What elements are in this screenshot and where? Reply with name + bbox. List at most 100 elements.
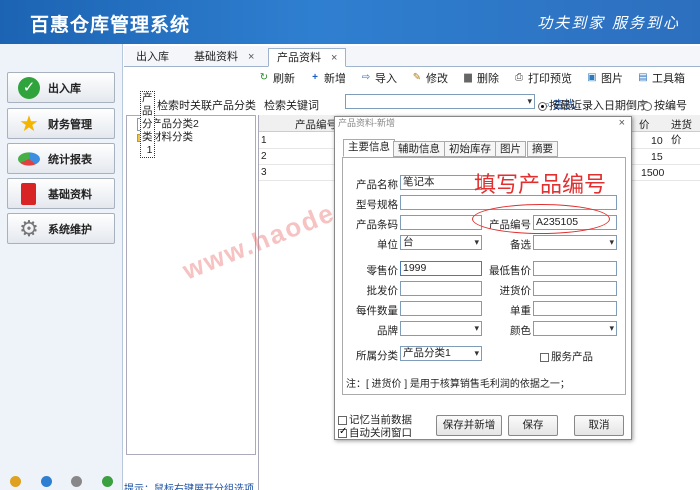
tab-initial-stock[interactable]: 初始库存 bbox=[444, 141, 496, 157]
wholesale-price-field[interactable] bbox=[400, 281, 482, 296]
sort-code-option[interactable]: 按编号 bbox=[643, 97, 687, 113]
barcode-field[interactable] bbox=[400, 215, 482, 230]
column-header[interactable]: 进货价 bbox=[671, 117, 700, 147]
sidebar-item-base-data[interactable]: 基础资料 bbox=[7, 178, 115, 209]
gear-icon: ⚙ bbox=[19, 215, 39, 241]
save-and-new-button[interactable]: 保存并新增 bbox=[436, 415, 502, 436]
retail-price-field[interactable]: 1999 bbox=[400, 261, 482, 276]
refresh-button[interactable]: ↻ 刷新 bbox=[258, 70, 295, 86]
brand-select[interactable]: ▾ bbox=[400, 321, 482, 336]
toolbar-label: 图片 bbox=[601, 72, 623, 85]
auto-close-checkbox[interactable]: 自动关闭窗口 bbox=[338, 425, 412, 440]
price-cell[interactable]: 10 bbox=[651, 135, 663, 147]
sidebar-item-finance[interactable]: ★ 财务管理 bbox=[7, 108, 115, 139]
toolbar-label: 新增 bbox=[324, 72, 346, 85]
per-quantity-field[interactable] bbox=[400, 301, 482, 316]
chevron-down-icon: ▾ bbox=[474, 323, 479, 333]
field-label: 所属分类 bbox=[356, 350, 398, 362]
tab-main-info[interactable]: 主要信息 bbox=[343, 139, 395, 157]
sidebar-item-label: 基础资料 bbox=[48, 188, 92, 201]
unit-select[interactable]: 台 ▾ bbox=[400, 235, 482, 250]
category-select[interactable]: 产品分类1 ▾ bbox=[400, 346, 482, 361]
sort-recent-option[interactable]: 按最近录入日期倒序 bbox=[538, 97, 648, 113]
close-icon[interactable]: × bbox=[248, 51, 254, 63]
product-code-field[interactable]: A235105 bbox=[533, 215, 617, 230]
unit-value: 台 bbox=[403, 236, 414, 248]
chevron-down-icon: ▾ bbox=[527, 96, 532, 106]
delete-button[interactable]: ▆ 删除 bbox=[462, 70, 499, 86]
edit-button[interactable]: ✎ 修改 bbox=[411, 70, 448, 86]
tab-bar: 出入库 基础资料 × 产品资料 × bbox=[124, 46, 700, 67]
close-icon[interactable]: × bbox=[331, 52, 337, 64]
field-label: 颜色 bbox=[510, 325, 531, 337]
sidebar-item-stock-io[interactable]: ✓ 出入库 bbox=[7, 72, 115, 103]
toolbar-label: 工具箱 bbox=[652, 72, 685, 85]
link-category-checkbox[interactable]: 检索时关联产品分类 bbox=[142, 97, 256, 113]
tab-base-data[interactable]: 基础资料 × bbox=[186, 48, 262, 67]
search-input[interactable]: ▾ bbox=[345, 94, 535, 109]
purchase-price-field[interactable] bbox=[533, 281, 617, 296]
field-label: 产品名称 bbox=[356, 179, 398, 191]
tab-aux-info[interactable]: 辅助信息 bbox=[393, 141, 445, 157]
app-header: 百惠仓库管理系统 功夫到家 服务到心 bbox=[0, 0, 700, 44]
edit-icon: ✎ bbox=[412, 71, 422, 83]
category-value: 产品分类1 bbox=[403, 347, 451, 359]
add-button[interactable]: + 新增 bbox=[309, 70, 346, 86]
toolbox-button[interactable]: ▤ 工具箱 bbox=[637, 70, 685, 86]
tab-images[interactable]: 图片 bbox=[495, 141, 526, 157]
radio-dot bbox=[643, 101, 652, 111]
radio-dot bbox=[538, 101, 547, 111]
checkbox-label: 检索时关联产品分类 bbox=[157, 100, 257, 112]
lock-icon[interactable] bbox=[9, 475, 21, 487]
toolbar-label: 打印预览 bbox=[528, 72, 572, 85]
product-name-field[interactable]: 笔记本 bbox=[400, 175, 482, 190]
chevron-down-icon: ▾ bbox=[609, 323, 614, 333]
tree-node-category-1[interactable]: 产品分类1 bbox=[137, 91, 155, 158]
chevron-down-icon: ▾ bbox=[474, 237, 479, 247]
toolbox-icon: ▤ bbox=[638, 71, 648, 83]
field-label: 型号规格 bbox=[356, 199, 398, 211]
product-dialog: 产品资料-新增 × 主要信息 辅助信息 初始库存 图片 摘要 产品名称 笔记本 … bbox=[334, 116, 632, 440]
tab-product-data[interactable]: 产品资料 × bbox=[268, 48, 347, 67]
sidebar-item-reports[interactable]: 统计报表 bbox=[7, 143, 115, 174]
color-select[interactable]: ▾ bbox=[533, 321, 617, 336]
row-number: 1 bbox=[261, 135, 267, 146]
field-label: 单重 bbox=[510, 305, 531, 317]
unit-weight-field[interactable] bbox=[533, 301, 617, 316]
calculator-icon[interactable] bbox=[71, 475, 83, 487]
column-header[interactable]: 产品编号 bbox=[295, 117, 337, 132]
tree-node-label: 材料分类 bbox=[151, 131, 193, 143]
tree-node-material[interactable]: 材料分类 bbox=[137, 131, 255, 144]
min-price-field[interactable] bbox=[533, 261, 617, 276]
close-icon[interactable]: × bbox=[619, 117, 625, 129]
check-circle-icon: ✓ bbox=[18, 76, 40, 99]
dialog-title: 产品资料-新增 bbox=[338, 118, 395, 128]
spare-select[interactable]: ▾ bbox=[533, 235, 617, 250]
price-cell[interactable]: 1500 bbox=[641, 167, 664, 179]
sidebar-footer-icons bbox=[0, 472, 123, 490]
cancel-button[interactable]: 取消 bbox=[574, 415, 624, 436]
field-label: 零售价 bbox=[366, 265, 399, 277]
sidebar-item-system[interactable]: ⚙ 系统维护 bbox=[7, 213, 115, 244]
image-button[interactable]: ▣ 图片 bbox=[586, 70, 623, 86]
field-label: 最低售价 bbox=[489, 265, 531, 277]
tab-label: 基础资料 bbox=[194, 51, 238, 63]
toolbar-label: 刷新 bbox=[273, 72, 295, 85]
help-icon[interactable] bbox=[102, 475, 114, 487]
print-preview-button[interactable]: ⎙ 打印预览 bbox=[513, 70, 572, 86]
tab-stock-io[interactable]: 出入库 bbox=[128, 48, 177, 67]
field-label: 单位 bbox=[377, 239, 398, 251]
service-product-checkbox[interactable]: 服务产品 bbox=[540, 349, 593, 364]
sidebar-item-label: 统计报表 bbox=[48, 153, 92, 166]
info-icon[interactable] bbox=[40, 475, 52, 487]
book-icon bbox=[21, 182, 36, 205]
delete-icon: ▆ bbox=[464, 71, 472, 83]
import-button[interactable]: ⇨ 导入 bbox=[360, 70, 397, 86]
refresh-icon: ↻ bbox=[259, 71, 269, 83]
checkbox-box bbox=[540, 352, 549, 362]
column-header[interactable]: 价 bbox=[639, 117, 650, 132]
pie-chart-icon bbox=[18, 151, 40, 166]
save-button[interactable]: 保存 bbox=[508, 415, 558, 436]
tab-summary[interactable]: 摘要 bbox=[527, 141, 558, 157]
price-cell[interactable]: 15 bbox=[651, 151, 663, 163]
